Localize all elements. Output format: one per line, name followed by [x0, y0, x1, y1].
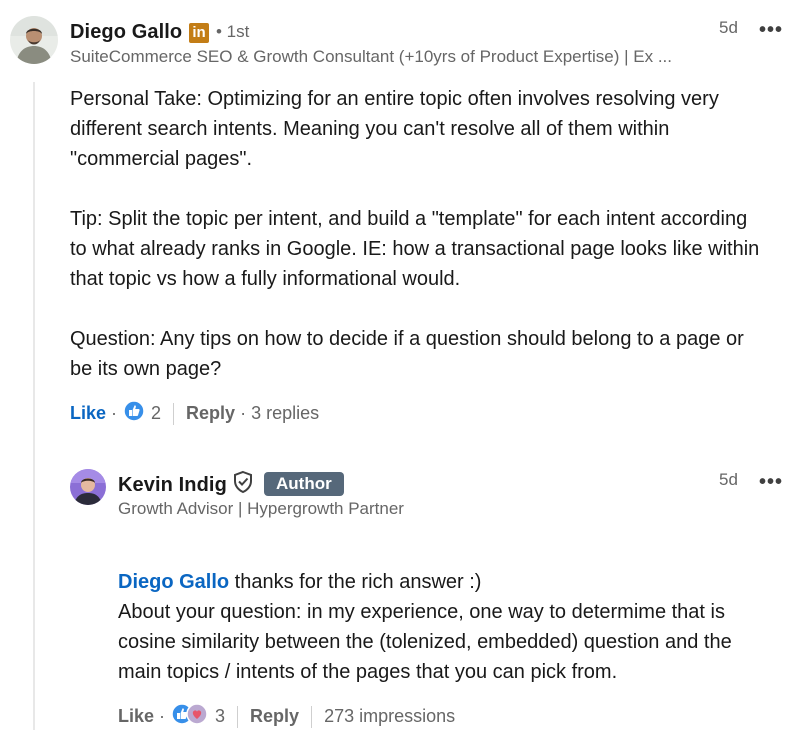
divider	[173, 402, 175, 425]
comment-author-headline: SuiteCommerce SEO & Growth Consultant (+…	[70, 47, 673, 66]
like-button[interactable]: Like	[118, 706, 154, 727]
avatar[interactable]	[10, 16, 58, 64]
reaction-count[interactable]: 3	[215, 706, 225, 727]
comment-text: Personal Take: Optimizing for an entire …	[70, 88, 760, 380]
thumbs-up-icon[interactable]	[123, 400, 145, 427]
separator-dot: ·	[111, 403, 118, 423]
reply-button[interactable]: Reply	[186, 403, 235, 424]
divider	[311, 705, 313, 728]
mention-link[interactable]: Diego Gallo	[118, 571, 229, 593]
reactions-icons[interactable]	[171, 703, 209, 730]
reply-author-headline: Growth Advisor | Hypergrowth Partner	[118, 499, 404, 518]
ellipsis-icon[interactable]: •••	[759, 472, 783, 492]
replies-count[interactable]: · 3 replies	[240, 403, 319, 424]
ellipsis-icon[interactable]: •••	[759, 20, 783, 40]
avatar[interactable]	[70, 469, 106, 505]
connection-degree: • 1st	[216, 22, 250, 41]
reply-author-name[interactable]: Kevin Indig	[118, 474, 227, 497]
comment-author-name[interactable]: Diego Gallo	[70, 21, 182, 44]
comment-timestamp: 5d	[719, 18, 738, 37]
thread-line	[33, 82, 35, 730]
comment-actions: Like · 2 Reply · 3 replies	[70, 400, 319, 427]
reply-text: Diego Gallo thanks for the rich answer :…	[118, 537, 788, 597]
reply-timestamp: 5d	[719, 470, 738, 489]
reply-text-line-1: thanks for the rich answer :)	[229, 571, 482, 593]
reply-button[interactable]: Reply	[250, 706, 299, 727]
linkedin-icon: in	[189, 23, 209, 43]
like-button[interactable]: Like	[70, 403, 106, 424]
divider	[237, 705, 239, 728]
separator-dot: ·	[159, 706, 166, 726]
shield-check-icon	[232, 470, 254, 499]
author-badge: Author	[264, 472, 344, 496]
reply-actions: Like · 3 Reply 273 impressions	[118, 703, 455, 730]
reaction-count[interactable]: 2	[151, 403, 161, 424]
impressions-count: 273 impressions	[324, 706, 456, 726]
reply-text-rest: About your question: in my experience, o…	[118, 601, 732, 683]
